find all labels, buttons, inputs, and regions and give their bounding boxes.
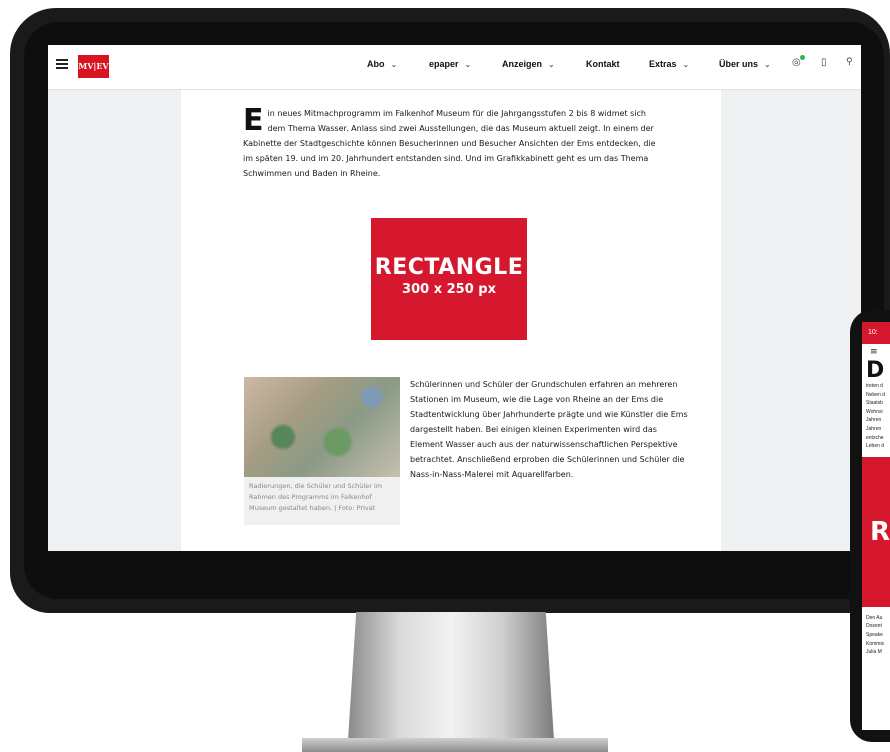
article-photo[interactable] (244, 377, 400, 477)
nav-kontakt[interactable]: Kontakt (586, 59, 620, 69)
desktop-screen: MV|EV Abo ⌄ epaper ⌄ Anzeigen ⌄ Kontakt Ext… (48, 45, 861, 551)
top-navigation: MV|EV Abo ⌄ epaper ⌄ Anzeigen ⌄ Kontakt Ext… (48, 45, 861, 90)
chevron-down-icon: ⌄ (548, 60, 555, 69)
ad-placeholder[interactable]: RECTANGLE 300 x 250 px (371, 218, 527, 340)
logo[interactable]: MV|EV (78, 55, 109, 78)
article-figure: Radierungen, die Schüler und Schüler im … (244, 377, 400, 525)
nav-ueber-uns[interactable]: Über uns ⌄ (719, 59, 771, 69)
article-intro: Ein neues Mitmachprogramm im Falkenhof M… (243, 103, 656, 179)
ad-size: 300 x 250 px (402, 282, 496, 297)
nav-extras[interactable]: Extras ⌄ (649, 59, 689, 69)
nav-anzeigen[interactable]: Anzeigen ⌄ (502, 59, 555, 69)
article-body: Schülerinnen und Schüler der Grundschule… (410, 380, 688, 479)
article-content: Ein neues Mitmachprogramm im Falkenhof M… (181, 90, 721, 551)
phone-dropcap: D (866, 358, 885, 383)
user-icon[interactable]: ◎ (792, 55, 805, 68)
chevron-down-icon: ⌄ (682, 60, 690, 69)
nav-abo[interactable]: Abo ⌄ (367, 59, 397, 69)
ad-title: RECTANGLE (374, 255, 524, 280)
menu-icon[interactable] (56, 59, 68, 69)
monitor-stand (348, 612, 554, 740)
chevron-down-icon: ⌄ (764, 60, 771, 69)
phone-ad[interactable]: R (862, 456, 890, 607)
phone-article-text: treten d Neben d Staatsb Wohnsi Jahren J… (866, 383, 885, 450)
phone-status-bar: 10: (862, 322, 890, 344)
chevron-down-icon: ⌄ (390, 60, 398, 69)
nav-epaper[interactable]: epaper ⌄ (429, 59, 471, 69)
phone-screen: 10: ≡ D treten d Neben d Staatsb Wohnsi … (862, 322, 890, 730)
photo-caption: Radierungen, die Schüler und Schüler im … (249, 482, 383, 512)
monitor-stand-base (302, 738, 608, 752)
dropcap: E (243, 103, 264, 138)
chevron-down-icon: ⌄ (464, 60, 472, 69)
phone-article-text-2: Den Au Dozent Speake Kommis Julia M (866, 614, 885, 656)
search-icon[interactable]: ⚲ (846, 57, 853, 67)
epaper-icon[interactable]: ▯ (821, 57, 827, 68)
